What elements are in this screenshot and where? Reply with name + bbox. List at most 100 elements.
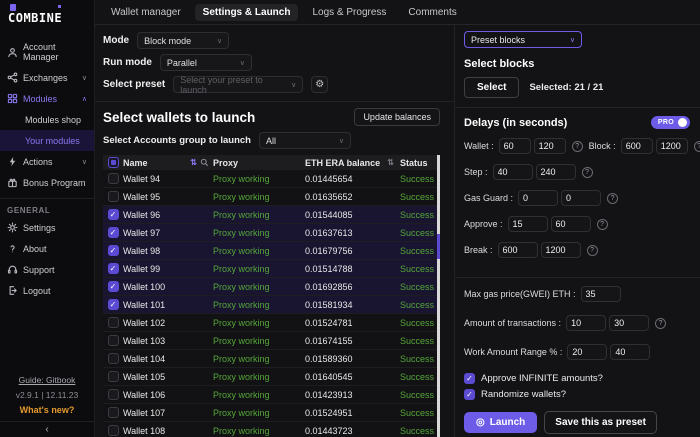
table-row[interactable]: Wallet 107Proxy working0.01524951Success [103,404,440,422]
sort-icon[interactable]: ⇅ [387,158,394,167]
sidebar-item-about[interactable]: About [0,238,94,259]
max-gas-input[interactable] [581,286,621,302]
wallet-delay-min-input[interactable] [499,138,531,154]
sidebar-item-modules-shop[interactable]: Modules shop [0,109,94,130]
table-scrollbar-thumb[interactable] [437,234,440,259]
pro-toggle[interactable]: PRO [651,116,690,129]
question-icon [7,243,18,254]
table-row[interactable]: ✓Wallet 100Proxy working0.01692856Succes… [103,278,440,296]
sidebar-item-settings[interactable]: Settings [0,217,94,238]
break-delay-min-input[interactable] [498,242,538,258]
name-column-header[interactable]: Name ⇅ [123,158,213,168]
table-row[interactable]: Wallet 95Proxy working0.01635652Success [103,188,440,206]
row-checkbox[interactable]: ✓ [108,227,119,238]
row-checkbox[interactable]: ✓ [108,245,119,256]
proxy-status: Proxy working [213,336,305,346]
block-delay-max-input[interactable] [656,138,688,154]
row-checkbox[interactable]: ✓ [108,209,119,220]
accounts-group-select[interactable]: All ∨ [259,132,351,149]
table-row[interactable]: ✓Wallet 98Proxy working0.01679756Success [103,242,440,260]
table-row[interactable]: ✓Wallet 96Proxy working0.01544085Success [103,206,440,224]
help-icon[interactable]: ? [694,141,700,152]
table-row[interactable]: Wallet 104Proxy working0.01589360Success [103,350,440,368]
select-blocks-button[interactable]: Select [464,77,519,98]
break-delay-max-input[interactable] [541,242,581,258]
approve-delay-max-input[interactable] [551,216,591,232]
mode-select[interactable]: Block mode ∨ [137,32,229,49]
proxy-status: Proxy working [213,174,305,184]
update-balances-button[interactable]: Update balances [354,108,440,126]
help-icon[interactable]: ? [582,167,593,178]
row-checkbox[interactable] [108,173,119,184]
proxy-column-header[interactable]: Proxy [213,158,305,168]
guide-gitbook-link[interactable]: Guide: Gitbook [4,375,90,385]
sidebar-item-account-manager[interactable]: Account Manager [0,37,94,67]
preset-select[interactable]: Select your preset to launch ∨ [173,76,303,93]
sidebar-item-actions[interactable]: Actions∨ [0,151,94,172]
launch-button[interactable]: ◎ Launch [464,412,537,433]
save-preset-button[interactable]: Save this as preset [544,411,657,434]
zap-icon [7,156,18,167]
row-checkbox[interactable] [108,371,119,382]
preset-blocks-select[interactable]: Preset blocks ∨ [464,31,582,48]
tab-logs-progress[interactable]: Logs & Progress [304,4,394,21]
help-icon[interactable]: ? [607,193,618,204]
table-row[interactable]: Wallet 103Proxy working0.01674155Success [103,332,440,350]
tx-amount-min-input[interactable] [566,315,606,331]
table-row[interactable]: ✓Wallet 97Proxy working0.01637613Success [103,224,440,242]
tab-comments[interactable]: Comments [400,4,464,21]
block-delay-min-input[interactable] [621,138,653,154]
tab-wallet-manager[interactable]: Wallet manager [103,4,189,21]
help-icon[interactable]: ? [587,245,598,256]
row-checkbox[interactable]: ✓ [108,281,119,292]
table-row[interactable]: Wallet 108Proxy working0.01443723Success [103,422,440,437]
sidebar-item-logout[interactable]: Logout [0,280,94,301]
row-checkbox[interactable] [108,407,119,418]
tx-amount-max-input[interactable] [609,315,649,331]
table-row[interactable]: ✓Wallet 101Proxy working0.01581934Succes… [103,296,440,314]
run-mode-select[interactable]: Parallel ∨ [160,54,252,71]
gas-guard-max-input[interactable] [561,190,601,206]
table-row[interactable]: Wallet 94Proxy working0.01445654Success [103,170,440,188]
help-icon[interactable]: ? [655,318,666,329]
sidebar-item-bonus-program[interactable]: Bonus Program [0,172,94,193]
row-checkbox[interactable] [108,191,119,202]
mode-row: Mode Block mode ∨ [103,32,440,49]
sidebar-item-support[interactable]: Support [0,259,94,280]
sidebar-item-your-modules[interactable]: Your modules [0,130,94,151]
preset-settings-button[interactable]: ⚙ [311,76,328,93]
table-row[interactable]: Wallet 102Proxy working0.01524781Success [103,314,440,332]
help-icon[interactable]: ? [572,141,583,152]
row-checkbox[interactable] [108,317,119,328]
approve-delay-min-input[interactable] [508,216,548,232]
search-icon[interactable] [200,158,209,167]
row-checkbox[interactable]: ✓ [108,299,119,310]
status-column-header[interactable]: Status [400,158,440,168]
whats-new-link[interactable]: What's new? [4,405,90,415]
table-scrollbar[interactable] [437,155,440,437]
gas-guard-min-input[interactable] [518,190,558,206]
sidebar-item-exchanges[interactable]: Exchanges∨ [0,67,94,88]
step-delay-min-input[interactable] [493,164,533,180]
table-row[interactable]: ✓Wallet 99Proxy working0.01514788Success [103,260,440,278]
step-delay-max-input[interactable] [536,164,576,180]
tab-settings-launch[interactable]: Settings & Launch [195,4,299,21]
row-checkbox[interactable] [108,425,119,436]
row-checkbox[interactable] [108,353,119,364]
row-checkbox[interactable]: ✓ [108,263,119,274]
approve-infinite-checkbox[interactable]: ✓ [464,373,475,384]
select-all-checkbox[interactable] [108,157,119,168]
sidebar-collapse-button[interactable]: ‹ [0,421,94,437]
work-range-max-input[interactable] [610,344,650,360]
help-icon[interactable]: ? [597,219,608,230]
wallet-delay-max-input[interactable] [534,138,566,154]
randomize-wallets-checkbox[interactable]: ✓ [464,389,475,400]
balance-column-header[interactable]: ETH ERA balance ⇅ [305,158,400,168]
table-row[interactable]: Wallet 105Proxy working0.01640545Success [103,368,440,386]
row-checkbox[interactable] [108,389,119,400]
work-range-min-input[interactable] [567,344,607,360]
table-row[interactable]: Wallet 106Proxy working0.01423913Success [103,386,440,404]
row-checkbox[interactable] [108,335,119,346]
sidebar-item-modules[interactable]: Modules∧ [0,88,94,109]
sort-icon[interactable]: ⇅ [190,158,197,167]
